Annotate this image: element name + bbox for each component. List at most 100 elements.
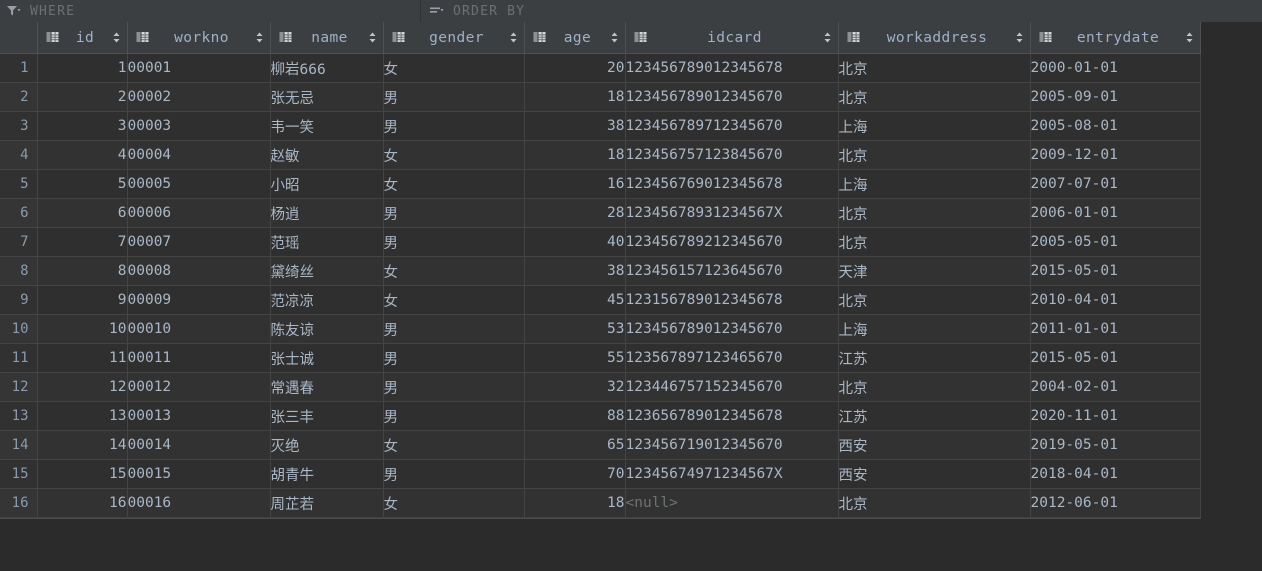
cell-entrydate[interactable]: 2011-01-01 bbox=[1030, 314, 1201, 344]
cell-entrydate[interactable]: 2007-07-01 bbox=[1030, 169, 1201, 199]
cell-workaddress[interactable]: 北京 bbox=[838, 285, 1031, 315]
cell-entrydate[interactable]: 2009-12-01 bbox=[1030, 140, 1201, 170]
row-number-cell[interactable]: 3 bbox=[0, 111, 38, 141]
cell-entrydate[interactable]: 2006-01-01 bbox=[1030, 198, 1201, 228]
cell-gender[interactable]: 男 bbox=[383, 227, 525, 257]
table-row[interactable]: 12 12 00012 常遇春男 32 123446757152345670 北京 2004-… bbox=[0, 372, 1201, 402]
table-row[interactable]: 14 14 00014 灭绝女 65 123456719012345670 西安 2019-0… bbox=[0, 430, 1201, 460]
cell-gender[interactable]: 男 bbox=[383, 343, 525, 373]
cell-idcard[interactable]: 123456789212345670 bbox=[625, 227, 839, 257]
row-number-cell[interactable]: 8 bbox=[0, 256, 38, 286]
cell-workno[interactable]: 00009 bbox=[127, 285, 271, 315]
cell-entrydate[interactable]: 2005-05-01 bbox=[1030, 227, 1201, 257]
cell-workaddress[interactable]: 北京 bbox=[838, 53, 1031, 83]
cell-idcard[interactable]: <null> bbox=[625, 488, 839, 518]
cell-gender[interactable]: 男 bbox=[383, 111, 525, 141]
cell-age[interactable]: 38 bbox=[524, 111, 626, 141]
cell-name[interactable]: 张士诚 bbox=[270, 343, 384, 373]
cell-gender[interactable]: 女 bbox=[383, 169, 525, 199]
cell-name[interactable]: 灭绝 bbox=[270, 430, 384, 460]
cell-name[interactable]: 黛绮丝 bbox=[270, 256, 384, 286]
cell-workaddress[interactable]: 西安 bbox=[838, 430, 1031, 460]
cell-idcard[interactable]: 12345674971234567X bbox=[625, 459, 839, 489]
column-header-gender[interactable]: gender bbox=[383, 22, 525, 54]
cell-workno[interactable]: 00010 bbox=[127, 314, 271, 344]
cell-workno[interactable]: 00006 bbox=[127, 198, 271, 228]
cell-workaddress[interactable]: 上海 bbox=[838, 111, 1031, 141]
sort-lines-icon[interactable] bbox=[429, 5, 444, 17]
cell-workaddress[interactable]: 北京 bbox=[838, 140, 1031, 170]
cell-id[interactable]: 10 bbox=[37, 314, 128, 344]
cell-age[interactable]: 18 bbox=[524, 488, 626, 518]
table-row[interactable]: 8 8 00008 黛绮丝女 38 123456157123645670 天津 2015-05… bbox=[0, 256, 1201, 286]
table-row[interactable]: 15 15 00015 胡青牛男 70 12345674971234567X 西安 2018-… bbox=[0, 459, 1201, 489]
column-header-id[interactable]: id bbox=[37, 22, 128, 54]
cell-idcard[interactable]: 123156789012345678 bbox=[625, 285, 839, 315]
cell-idcard[interactable]: 123446757152345670 bbox=[625, 372, 839, 402]
column-header-name[interactable]: name bbox=[270, 22, 384, 54]
cell-workno[interactable]: 00007 bbox=[127, 227, 271, 257]
cell-gender[interactable]: 男 bbox=[383, 372, 525, 402]
row-number-cell[interactable]: 14 bbox=[0, 430, 38, 460]
table-row[interactable]: 6 6 00006 杨逍男 28 12345678931234567X 北京 2006-01-… bbox=[0, 198, 1201, 228]
cell-workaddress[interactable]: 天津 bbox=[838, 256, 1031, 286]
cell-workno[interactable]: 00002 bbox=[127, 82, 271, 112]
sort-toggle-icon[interactable] bbox=[1185, 31, 1194, 44]
sort-toggle-icon[interactable] bbox=[509, 31, 518, 44]
cell-age[interactable]: 38 bbox=[524, 256, 626, 286]
sort-toggle-icon[interactable] bbox=[1015, 31, 1024, 44]
table-row[interactable]: 3 3 00003 韦一笑男 38 123456789712345670 上海 2005-08… bbox=[0, 111, 1201, 141]
cell-id[interactable]: 4 bbox=[37, 140, 128, 170]
cell-id[interactable]: 15 bbox=[37, 459, 128, 489]
cell-idcard[interactable]: 123456789712345670 bbox=[625, 111, 839, 141]
row-number-cell[interactable]: 6 bbox=[0, 198, 38, 228]
cell-id[interactable]: 1 bbox=[37, 53, 128, 83]
cell-workno[interactable]: 00004 bbox=[127, 140, 271, 170]
cell-gender[interactable]: 男 bbox=[383, 401, 525, 431]
cell-age[interactable]: 65 bbox=[524, 430, 626, 460]
cell-name[interactable]: 杨逍 bbox=[270, 198, 384, 228]
cell-workaddress[interactable]: 江苏 bbox=[838, 401, 1031, 431]
cell-idcard[interactable]: 123456719012345670 bbox=[625, 430, 839, 460]
row-number-cell[interactable]: 2 bbox=[0, 82, 38, 112]
cell-idcard[interactable]: 123456757123845670 bbox=[625, 140, 839, 170]
cell-gender[interactable]: 男 bbox=[383, 314, 525, 344]
row-number-cell[interactable]: 12 bbox=[0, 372, 38, 402]
sort-toggle-icon[interactable] bbox=[610, 31, 619, 44]
cell-id[interactable]: 11 bbox=[37, 343, 128, 373]
cell-idcard[interactable]: 123456769012345678 bbox=[625, 169, 839, 199]
cell-idcard[interactable]: 123656789012345678 bbox=[625, 401, 839, 431]
cell-workaddress[interactable]: 江苏 bbox=[838, 343, 1031, 373]
cell-workno[interactable]: 00015 bbox=[127, 459, 271, 489]
cell-idcard[interactable]: 123456157123645670 bbox=[625, 256, 839, 286]
cell-name[interactable]: 小昭 bbox=[270, 169, 384, 199]
cell-entrydate[interactable]: 2000-01-01 bbox=[1030, 53, 1201, 83]
cell-age[interactable]: 40 bbox=[524, 227, 626, 257]
row-number-cell[interactable]: 1 bbox=[0, 53, 38, 83]
cell-id[interactable]: 16 bbox=[37, 488, 128, 518]
cell-entrydate[interactable]: 2018-04-01 bbox=[1030, 459, 1201, 489]
cell-age[interactable]: 18 bbox=[524, 140, 626, 170]
cell-entrydate[interactable]: 2015-05-01 bbox=[1030, 256, 1201, 286]
filter-funnel-icon[interactable] bbox=[6, 5, 21, 17]
row-number-cell[interactable]: 10 bbox=[0, 314, 38, 344]
cell-age[interactable]: 20 bbox=[524, 53, 626, 83]
cell-workno[interactable]: 00001 bbox=[127, 53, 271, 83]
table-row[interactable]: 5 5 00005 小昭女 16 123456769012345678 上海 2007-07-… bbox=[0, 169, 1201, 199]
cell-name[interactable]: 陈友谅 bbox=[270, 314, 384, 344]
cell-id[interactable]: 13 bbox=[37, 401, 128, 431]
row-number-cell[interactable]: 15 bbox=[0, 459, 38, 489]
column-header-entrydate[interactable]: entrydate bbox=[1030, 22, 1201, 54]
cell-name[interactable]: 常遇春 bbox=[270, 372, 384, 402]
table-row[interactable]: 9 9 00009 范凉凉女 45 123156789012345678 北京 2010-04… bbox=[0, 285, 1201, 315]
cell-workno[interactable]: 00016 bbox=[127, 488, 271, 518]
cell-gender[interactable]: 女 bbox=[383, 140, 525, 170]
table-row[interactable]: 2 2 00002 张无忌男 18 123456789012345670 北京 2005-09… bbox=[0, 82, 1201, 112]
cell-workaddress[interactable]: 上海 bbox=[838, 314, 1031, 344]
cell-age[interactable]: 70 bbox=[524, 459, 626, 489]
cell-idcard[interactable]: 123567897123465670 bbox=[625, 343, 839, 373]
cell-gender[interactable]: 女 bbox=[383, 256, 525, 286]
cell-entrydate[interactable]: 2015-05-01 bbox=[1030, 343, 1201, 373]
cell-idcard[interactable]: 123456789012345678 bbox=[625, 53, 839, 83]
cell-age[interactable]: 53 bbox=[524, 314, 626, 344]
